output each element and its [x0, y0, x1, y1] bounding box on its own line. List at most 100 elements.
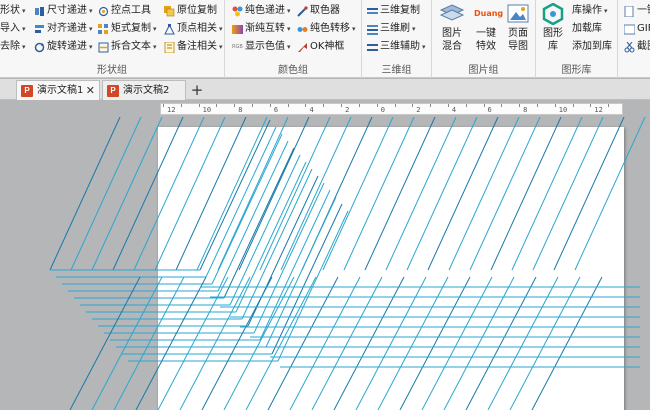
color-group-label: 颜色组 — [278, 65, 308, 76]
ruler-tick — [252, 104, 254, 107]
color-group: 纯色递进 ▾ 渐纯互转 ▾ RGB 显示色值 ▾ 取色器 纯色转移 ▾ OK神框 颜色组 — [225, 0, 362, 78]
remove-button[interactable]: 去除 ▾ — [0, 39, 26, 55]
color-picker-button[interactable]: 取色器 — [297, 3, 340, 19]
three-d-group: 三维复制 三维刷 ▾ 三维辅助 ▾ 三维组 — [362, 0, 432, 78]
shape-library-button[interactable]: 图形库 — [538, 2, 568, 53]
layers-icon — [439, 3, 465, 25]
dropdown-arrow-icon: ▾ — [604, 7, 608, 15]
one-click-effect-button[interactable]: Duang 一键特效 — [468, 3, 504, 53]
picture-blend-button[interactable]: 图片混合 — [434, 3, 470, 53]
in-place-copy-label: 原位复制 — [177, 5, 217, 16]
load-library-label: 加载库 — [572, 23, 602, 34]
ruler-tick — [358, 104, 360, 107]
matrix-copy-button[interactable]: 矩式复制 ▾ — [98, 21, 157, 37]
picture-blend-label: 图片混合 — [442, 28, 462, 52]
dropdown-arrow-icon: ▾ — [22, 43, 26, 51]
ruler-tick — [430, 104, 432, 107]
screenshot-button[interactable]: 截图 — [624, 39, 650, 55]
three-d-assist-button[interactable]: 三维辅助 ▾ — [367, 39, 426, 55]
three-d-assist-label: 三维辅助 — [380, 41, 420, 52]
shape-library-label: 图形库 — [543, 28, 563, 52]
in-place-copy-icon — [164, 5, 175, 17]
close-icon[interactable]: ✕ — [86, 81, 95, 101]
three-d-copy-button[interactable]: 三维复制 — [367, 3, 420, 19]
ruler-tick — [180, 104, 182, 107]
diagonal-line — [217, 140, 289, 292]
page-map-label: 页面导图 — [508, 28, 528, 52]
tab-document-1[interactable]: P 演示文稿1 ✕ — [16, 80, 100, 100]
dropdown-arrow-icon: ▾ — [153, 43, 157, 51]
one-click-effect-label: 一键特效 — [476, 28, 496, 52]
three-d-brush-button[interactable]: 三维刷 ▾ — [367, 21, 416, 37]
color-palette-icon — [232, 6, 243, 17]
shape-group-label: 形状组 — [97, 65, 127, 76]
tab-document-2[interactable]: P 演示文稿2 — [102, 80, 186, 100]
diagonal-line — [448, 117, 520, 271]
solid-step-button[interactable]: 纯色递进 ▾ — [232, 3, 291, 19]
color-transfer-label: 纯色转移 — [310, 23, 350, 34]
ruler-label: 8 — [238, 106, 243, 114]
picture-icon — [506, 3, 530, 25]
size-step-button[interactable]: 尺寸递进 ▾ — [34, 3, 93, 19]
align-step-button[interactable]: 对齐递进 ▾ — [34, 21, 93, 37]
ruler-tick — [163, 104, 164, 107]
ruler-label: 10 — [558, 106, 568, 114]
ruler-label: 6 — [273, 106, 279, 114]
picture-group: 图片混合 Duang 一键特效 页面导图 图片组 — [432, 0, 536, 78]
eyedropper-icon — [297, 5, 308, 17]
one-click-button[interactable]: 一键 — [624, 3, 650, 19]
rotate-step-button[interactable]: 旋转递进 ▾ — [34, 39, 93, 55]
diagonal-line — [406, 117, 478, 271]
ruler-tick — [590, 104, 592, 107]
diagonal-line — [154, 117, 226, 271]
load-library-button[interactable]: 加载库 — [572, 21, 602, 37]
dropdown-arrow-icon: ▾ — [89, 7, 93, 15]
handle-tool-button[interactable]: 控点工具 — [98, 3, 151, 19]
add-to-library-button[interactable]: 添加到库 — [572, 39, 612, 55]
three-d-copy-icon — [367, 6, 378, 17]
shape-button[interactable]: 形状 ▾ — [0, 3, 26, 19]
ruler-tick — [608, 104, 610, 107]
diagonal-line — [217, 117, 289, 271]
ruler-label: 8 — [523, 106, 528, 114]
dropdown-arrow-icon: ▾ — [22, 7, 26, 15]
rgb-icon: RGB — [232, 43, 243, 50]
ruler-tick — [305, 104, 307, 107]
ruler-tick — [465, 104, 467, 107]
add-tab-button[interactable]: + — [188, 80, 206, 100]
align-step-icon — [34, 24, 45, 35]
color-transfer-button[interactable]: 纯色转移 ▾ — [297, 21, 356, 37]
import-button[interactable]: 导入 ▾ — [0, 21, 26, 37]
page-map-button[interactable]: 页面导图 — [500, 3, 536, 53]
split-text-button[interactable]: 拆合文本 ▾ — [98, 39, 157, 55]
ruler-label: 2 — [345, 106, 350, 114]
diagonal-line — [277, 210, 349, 362]
library-ops-button[interactable]: 库操作 ▾ — [572, 3, 608, 19]
add-to-library-label: 添加到库 — [572, 41, 612, 52]
three-d-assist-icon — [367, 42, 378, 53]
diagonal-line — [553, 117, 625, 271]
document-tab-strip: P 演示文稿1 ✕ P 演示文稿2 + — [0, 79, 650, 100]
slide-workspace — [0, 117, 650, 410]
ruler-tick — [198, 104, 200, 107]
ruler-label: 10 — [202, 106, 212, 114]
gif-label: GIF — [637, 23, 650, 34]
diagonal-lines-graphic[interactable] — [0, 117, 650, 410]
in-place-copy-button[interactable]: 原位复制 — [164, 3, 217, 19]
show-color-value-button[interactable]: RGB 显示色值 ▾ — [232, 39, 291, 55]
align-step-label: 对齐递进 — [47, 23, 87, 34]
diagonal-line — [511, 117, 583, 271]
ruler-label: 6 — [487, 106, 492, 114]
gif-button[interactable]: GIF — [623, 21, 650, 37]
diagonal-line — [70, 117, 142, 271]
vertex-button[interactable]: 顶点相关 ▾ — [164, 21, 223, 37]
ruler-tick — [287, 104, 289, 107]
tab-document-2-label: 演示文稿2 — [123, 85, 170, 96]
ruler-label: 0 — [380, 106, 385, 114]
gradient-swap-label: 渐纯互转 — [245, 23, 285, 34]
notes-button[interactable]: 备注相关 ▾ — [164, 39, 223, 55]
gradient-swap-button[interactable]: 渐纯互转 ▾ — [232, 21, 291, 37]
ok-frame-button[interactable]: OK神框 — [297, 39, 344, 55]
show-color-value-label: 显示色值 — [245, 41, 285, 52]
gif-icon — [623, 24, 636, 35]
